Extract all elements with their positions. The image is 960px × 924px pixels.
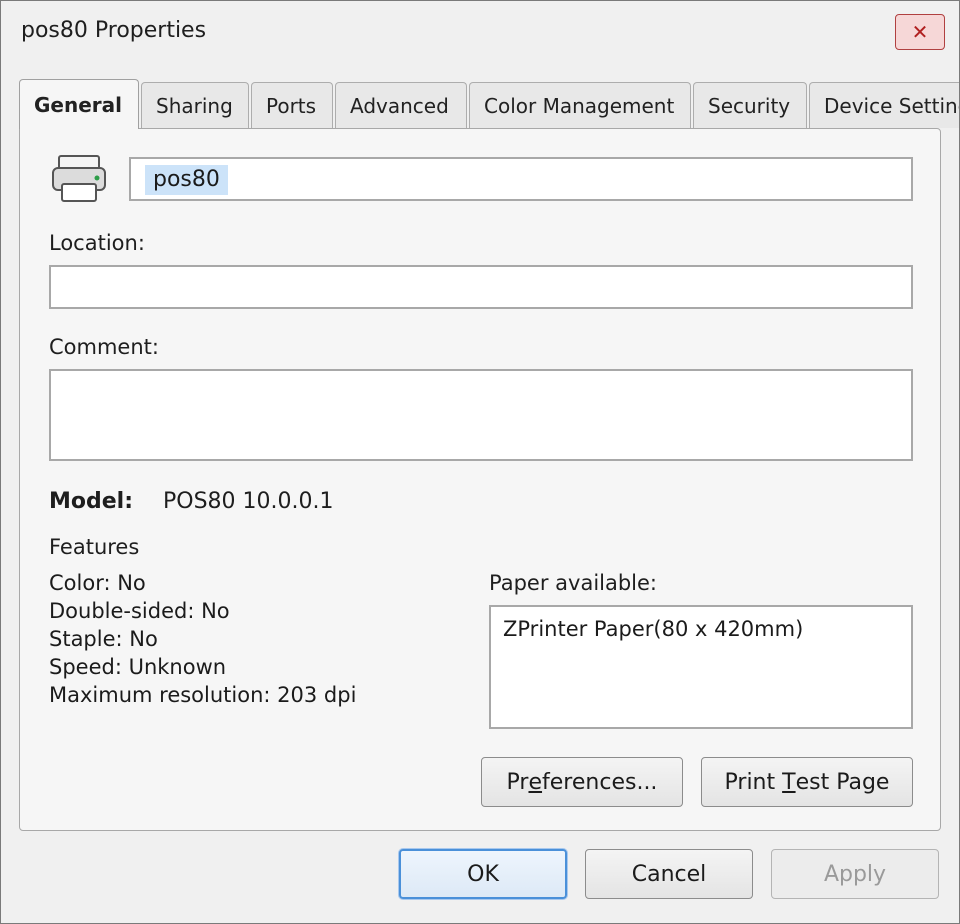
ok-button[interactable]: OK xyxy=(399,849,567,899)
preferences-button[interactable]: Pr e ferences... xyxy=(481,757,683,807)
cancel-button[interactable]: Cancel xyxy=(585,849,753,899)
preferences-label-part: ferences... xyxy=(542,769,658,795)
print-test-page-button[interactable]: Print Test Page xyxy=(701,757,913,807)
comment-field[interactable] xyxy=(49,369,913,461)
preferences-accelerator: e xyxy=(528,769,543,795)
comment-label: Comment: xyxy=(49,335,159,359)
tab-general[interactable]: General xyxy=(19,79,139,129)
location-label: Location: xyxy=(49,231,145,255)
paper-available-label: Paper available: xyxy=(489,571,658,595)
feature-speed: Speed: Unknown xyxy=(49,655,227,679)
model-label: Model: xyxy=(49,489,134,514)
print-test-accelerator: T xyxy=(782,769,796,795)
paper-list-item[interactable]: ZPrinter Paper(80 x 420mm) xyxy=(503,617,803,641)
preferences-label-part: Pr xyxy=(506,769,529,795)
tab-security[interactable]: Security xyxy=(693,82,807,128)
tab-sharing[interactable]: Sharing xyxy=(141,82,249,128)
window-title: pos80 Properties xyxy=(21,18,207,43)
tab-device-settings[interactable]: Device Settings xyxy=(809,82,959,128)
tab-advanced[interactable]: Advanced xyxy=(335,82,467,128)
apply-button[interactable]: Apply xyxy=(771,849,939,899)
features-title: Features xyxy=(49,535,140,559)
model-value: POS80 10.0.0.1 xyxy=(163,489,334,514)
feature-double-sided: Double-sided: No xyxy=(49,599,230,623)
tab-strip: General Sharing Ports Advanced Color Man… xyxy=(1,79,959,129)
tab-ports[interactable]: Ports xyxy=(251,82,333,128)
feature-staple: Staple: No xyxy=(49,627,158,651)
location-field[interactable] xyxy=(49,265,913,309)
printer-icon xyxy=(52,155,106,202)
properties-dialog: pos80 Properties ✕ General Sharing Ports… xyxy=(0,0,960,924)
title-bar: pos80 Properties ✕ xyxy=(1,1,959,63)
print-test-label-part: Print xyxy=(724,769,783,795)
printer-name-text: pos80 xyxy=(145,165,228,195)
close-button[interactable]: ✕ xyxy=(895,14,945,50)
print-test-label-part: est Page xyxy=(795,769,890,795)
feature-max-resolution: Maximum resolution: 203 dpi xyxy=(49,683,357,707)
feature-color: Color: No xyxy=(49,571,146,595)
paper-available-list[interactable]: ZPrinter Paper(80 x 420mm) xyxy=(489,605,913,729)
tab-color-management[interactable]: Color Management xyxy=(469,82,691,128)
printer-name-field[interactable]: pos80 xyxy=(129,157,913,201)
close-icon: ✕ xyxy=(911,20,929,44)
